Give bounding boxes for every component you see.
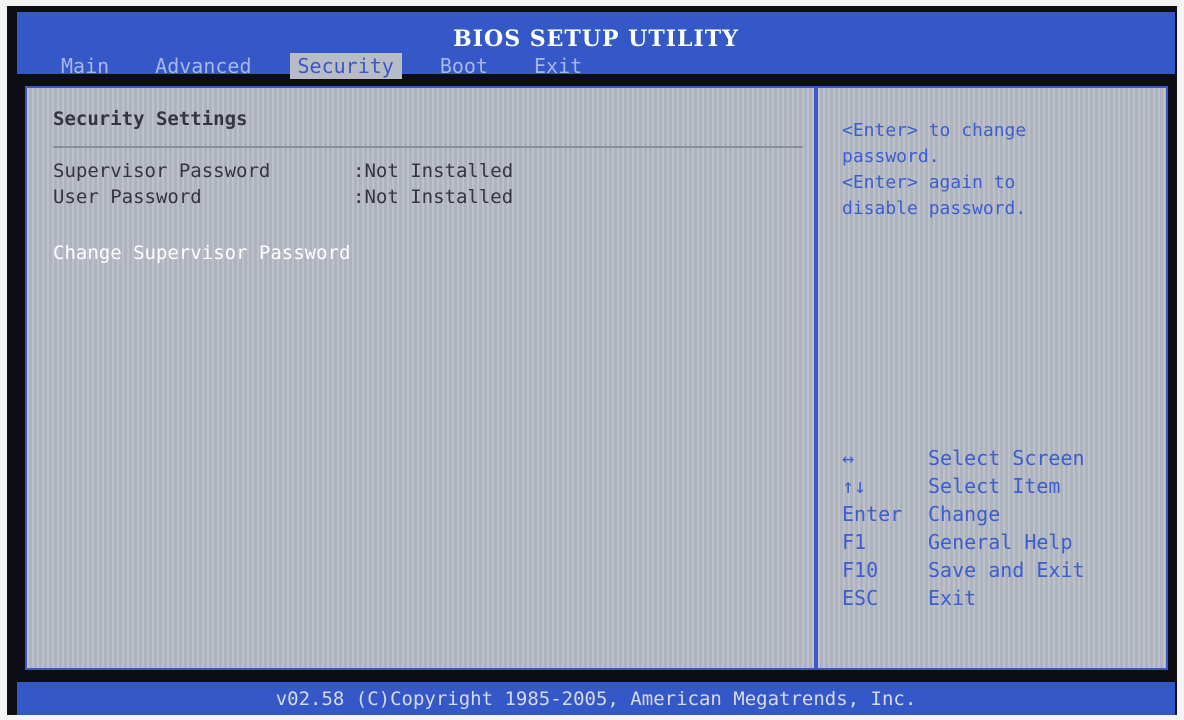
bios-screen: BIOS SETUP UTILITY Main Advanced Securit…: [7, 6, 1177, 715]
setting-value: :Not Installed: [353, 160, 514, 182]
tab-main[interactable]: Main: [53, 53, 117, 79]
help-panel: <Enter> to change password. <Enter> agai…: [816, 86, 1168, 670]
tab-security[interactable]: Security: [289, 53, 402, 79]
copyright-text: v02.58 (C)Copyright 1985-2005, American …: [275, 688, 917, 710]
help-text-line: <Enter> to change: [842, 120, 1027, 141]
help-text-line: disable password.: [842, 198, 1027, 219]
key-action-label: Change: [928, 502, 1001, 526]
footer-bar: v02.58 (C)Copyright 1985-2005, American …: [17, 682, 1175, 715]
key-label: ESC: [842, 586, 879, 610]
app-title: BIOS SETUP UTILITY: [453, 26, 739, 52]
key-label: Enter: [842, 502, 903, 526]
left-right-arrows-icon: ↔: [842, 446, 855, 470]
key-action-label: Select Item: [928, 474, 1061, 498]
title-bar: BIOS SETUP UTILITY Main Advanced Securit…: [17, 12, 1175, 79]
setting-value: :Not Installed: [353, 186, 514, 208]
help-text-line: password.: [842, 146, 940, 167]
key-action-label: Exit: [928, 586, 977, 610]
change-supervisor-password-item[interactable]: Change Supervisor Password: [53, 242, 350, 264]
tab-bar: Main Advanced Security Boot Exit: [53, 52, 620, 80]
key-hint-select-item: ↑↓ Select Item: [842, 474, 1060, 498]
settings-panel: Security Settings Supervisor Password :N…: [25, 86, 816, 670]
key-hint-save-exit: F10 Save and Exit: [842, 558, 1085, 582]
setting-label: User Password: [53, 186, 202, 208]
tab-boot[interactable]: Boot: [432, 53, 496, 79]
setting-row-user-password: User Password :Not Installed: [53, 186, 513, 208]
key-action-label: Select Screen: [928, 446, 1085, 470]
setting-label: Supervisor Password: [53, 160, 271, 182]
section-divider: [53, 146, 803, 148]
up-down-arrows-icon: ↑↓: [842, 474, 867, 498]
key-hint-change: Enter Change: [842, 502, 1000, 526]
tab-advanced[interactable]: Advanced: [147, 53, 259, 79]
key-hint-general-help: F1 General Help: [842, 530, 1073, 554]
setting-row-supervisor-password: Supervisor Password :Not Installed: [53, 160, 513, 182]
section-title: Security Settings: [53, 108, 248, 130]
tab-exit[interactable]: Exit: [526, 53, 590, 79]
key-hint-select-screen: ↔ Select Screen: [842, 446, 1085, 470]
key-action-label: General Help: [928, 530, 1073, 554]
key-hint-exit: ESC Exit: [842, 586, 976, 610]
key-label: F10: [842, 558, 879, 582]
help-text-line: <Enter> again to: [842, 172, 1016, 193]
key-action-label: Save and Exit: [928, 558, 1085, 582]
key-label: F1: [842, 530, 867, 554]
